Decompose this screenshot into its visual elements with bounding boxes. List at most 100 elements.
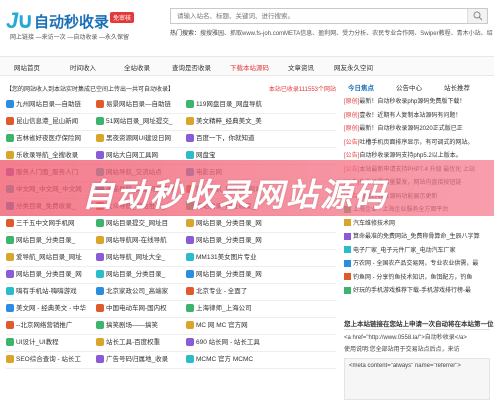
- row-divider: [6, 113, 336, 114]
- sidebar-item[interactable]: 算命最准的免费网站_免费称骨算命_生辰八字算: [344, 231, 490, 243]
- site-link[interactable]: 广告号码归属地_收录: [96, 353, 182, 367]
- sidebar-item-text: 自动秒收录源码支持php5.2以上版本。: [359, 153, 462, 159]
- nav-time-in[interactable]: 时间收入: [70, 62, 96, 72]
- sidebar-item-tag: [公告]: [344, 153, 360, 159]
- site-favicon-icon: [96, 151, 104, 160]
- link-code-title: 您上本站链接在您站上申请一次自动将在本站第一位: [344, 318, 494, 330]
- link-code-line[interactable]: <a href="http://www.0558.la/">自动秒收录</a>: [344, 332, 490, 343]
- site-link[interactable]: 中国电动车网-国内权: [96, 302, 182, 316]
- site-link[interactable]: 美文网 - 经典美文 - 中华: [6, 302, 92, 316]
- site-link[interactable]: UI设计_UI教程: [6, 336, 92, 350]
- site-link[interactable]: 搞笑剧场——搞笑: [96, 319, 182, 333]
- logo-badge: 免审核: [110, 12, 135, 23]
- site-link-label: 网站目录_分类目录_网: [16, 271, 82, 278]
- site-link[interactable]: 119网盘目录_网盘导航: [186, 98, 272, 112]
- sidebar-item-text: 万农网 - 全国农产品交易网，专业农业供需，最: [353, 261, 479, 267]
- site-link[interactable]: 网站目录提交_网址目: [96, 217, 182, 231]
- site-link[interactable]: MM131美女图片专业: [186, 251, 272, 265]
- row-divider: [6, 334, 336, 335]
- site-link-label: 网站目录_分类目录_网: [196, 271, 262, 278]
- site-link-label: MCMC 官方 MCMC: [196, 356, 254, 363]
- site-favicon-icon: [96, 304, 104, 313]
- site-link[interactable]: 网站目录_分类目录_: [6, 234, 92, 248]
- site-logo[interactable]: J∪ 自动秒收录 免审核 网上链接 —来访一次 —自动收录 —永久保留: [6, 8, 136, 42]
- site-link[interactable]: MC 网 MC 官方网: [186, 319, 272, 333]
- site-link[interactable]: 51网站目录_网址提交_: [96, 115, 182, 129]
- sidebar-item[interactable]: [公告]吐槽手机页面排序显示，有可调式的网站。: [344, 137, 490, 149]
- sidebar-item[interactable]: [原创]壹收！近期有人复制本站源码有问题！: [344, 110, 490, 122]
- code-snippet[interactable]: <meta content="always" name="referrer">: [344, 358, 490, 400]
- sidebar-item[interactable]: 电子厂家_电子元件厂家_电动汽车厂家: [344, 245, 490, 257]
- site-favicon-icon: [6, 151, 14, 160]
- row-divider: [6, 266, 336, 267]
- site-favicon-icon: [96, 117, 104, 126]
- site-link[interactable]: 上海律师_上海公司: [186, 302, 272, 316]
- site-link-label: 网站目录_分类目录_: [106, 271, 166, 278]
- hot-items[interactable]: 搜搜雅园、抓取www.fs-joh.comMETA信息、盈利网、受力分析、农民专…: [200, 31, 493, 37]
- sidebar-item[interactable]: 万农网 - 全国农产品交易网，专业农业供需，最: [344, 258, 490, 270]
- tab-announcements[interactable]: 公告中心: [396, 82, 422, 92]
- site-link-label: 九州网站目录—自助链: [16, 101, 81, 108]
- main-nav: 网站首页 时间收入 全站收录 查询是否收录 下载本站源码 文章资讯 网友永久空间: [0, 56, 494, 76]
- site-favicon-icon: [6, 321, 14, 330]
- site-link[interactable]: 网站目录_分类目录_网: [6, 268, 92, 282]
- site-link-label: 黑夜资源网UI建设日网: [106, 135, 171, 142]
- site-link[interactable]: 吉林省好夜医疗保险网: [6, 132, 92, 146]
- site-favicon-icon: [344, 232, 351, 240]
- site-link[interactable]: 网站目录_分类目录_: [96, 268, 182, 282]
- site-favicon-icon: [96, 270, 104, 279]
- site-link[interactable]: 网站目录_分类目录_网: [186, 234, 272, 248]
- site-link[interactable]: 690 站长网 - 站长工具: [186, 336, 272, 350]
- site-link[interactable]: 昆山信息港_昆山新闻: [6, 115, 92, 129]
- site-link-label: 网盘宝: [196, 152, 216, 159]
- tab-recommend[interactable]: 站长推荐: [444, 82, 470, 92]
- nav-home[interactable]: 网站首页: [14, 62, 40, 72]
- site-link[interactable]: 九州网站目录—自助链: [6, 98, 92, 112]
- site-link[interactable]: 网站目录_分类目录_网: [186, 268, 272, 282]
- site-link[interactable]: 美文精粹_经典美文_美: [186, 115, 272, 129]
- site-link[interactable]: 三千五中文网手机网: [6, 217, 92, 231]
- nav-download-source[interactable]: 下载本站源码: [230, 62, 269, 72]
- site-link[interactable]: MCMC 官方 MCMC: [186, 353, 272, 367]
- site-link[interactable]: 易景网站目录—自助链: [96, 98, 182, 112]
- site-link[interactable]: 网站目录_分类目录_网: [186, 217, 272, 231]
- nav-all-indexed[interactable]: 全站收录: [124, 62, 150, 72]
- search-input[interactable]: [171, 9, 461, 23]
- site-link-label: 北京专业 - 全面了: [196, 288, 248, 295]
- promo-banner: 自动秒收录网站源码: [0, 160, 494, 216]
- site-link[interactable]: 北京专业 - 全面了: [186, 285, 272, 299]
- site-link[interactable]: 网站导航_网址大全_: [96, 251, 182, 265]
- site-link-label: 美文精粹_经典美文_美: [196, 118, 262, 125]
- site-favicon-icon: [344, 286, 351, 294]
- site-link-label: SEO综合查询 - 站长工: [16, 356, 82, 363]
- sidebar-tabs: 今日焦点 公告中心 站长推荐: [344, 80, 490, 92]
- site-link[interactable]: 北京家政公司_高端家: [96, 285, 182, 299]
- sidebar-item-text: 吐槽手机页面排序显示，有可调式的网站。: [359, 139, 474, 146]
- site-link[interactable]: 嗨有手机站-嗨嗨游戏: [6, 285, 92, 299]
- site-link[interactable]: 黑夜资源网UI建设日网: [96, 132, 182, 146]
- sidebar-item[interactable]: 好玩的手机游戏推荐下载-手机游戏排行榜-最: [344, 285, 490, 297]
- row-divider: [6, 232, 336, 233]
- site-link-label: 51网站目录_网址提交_: [106, 118, 173, 125]
- logo-mark: J∪: [6, 8, 34, 33]
- site-link[interactable]: 站长工具-百度权重: [96, 336, 182, 350]
- nav-permanent-space[interactable]: 网友永久空间: [334, 62, 373, 72]
- tab-today-focus[interactable]: 今日焦点: [348, 82, 374, 92]
- search-button[interactable]: [467, 9, 487, 23]
- site-link[interactable]: --北京网络营销推广: [6, 319, 92, 333]
- site-link[interactable]: 爱导航_网站目录_网址: [6, 251, 92, 265]
- site-favicon-icon: [6, 253, 14, 262]
- nav-check-indexed[interactable]: 查询是否收录: [172, 62, 211, 72]
- sidebar-item[interactable]: [原创]最新！自动秒收录php源码免费版下载！: [344, 96, 490, 108]
- site-favicon-icon: [96, 253, 104, 262]
- site-link[interactable]: SEO综合查询 - 站长工: [6, 353, 92, 367]
- row-divider: [6, 368, 336, 369]
- nav-articles[interactable]: 文章资讯: [288, 62, 314, 72]
- site-link[interactable]: 百度一下，你就知道: [186, 132, 272, 146]
- site-link-label: MM131美女图片专业: [196, 254, 257, 261]
- site-link[interactable]: 网站导航网-在线导航: [96, 234, 182, 248]
- row-divider: [6, 283, 336, 284]
- sidebar-item[interactable]: 汽车维修技术网: [344, 218, 490, 230]
- sidebar-item[interactable]: 钓鱼网 - 分享钓鱼技术知识，鱼饵配方，钓鱼: [344, 272, 490, 284]
- sidebar-item[interactable]: [原创]最新！自动秒收录源码2020正式版已正: [344, 123, 490, 135]
